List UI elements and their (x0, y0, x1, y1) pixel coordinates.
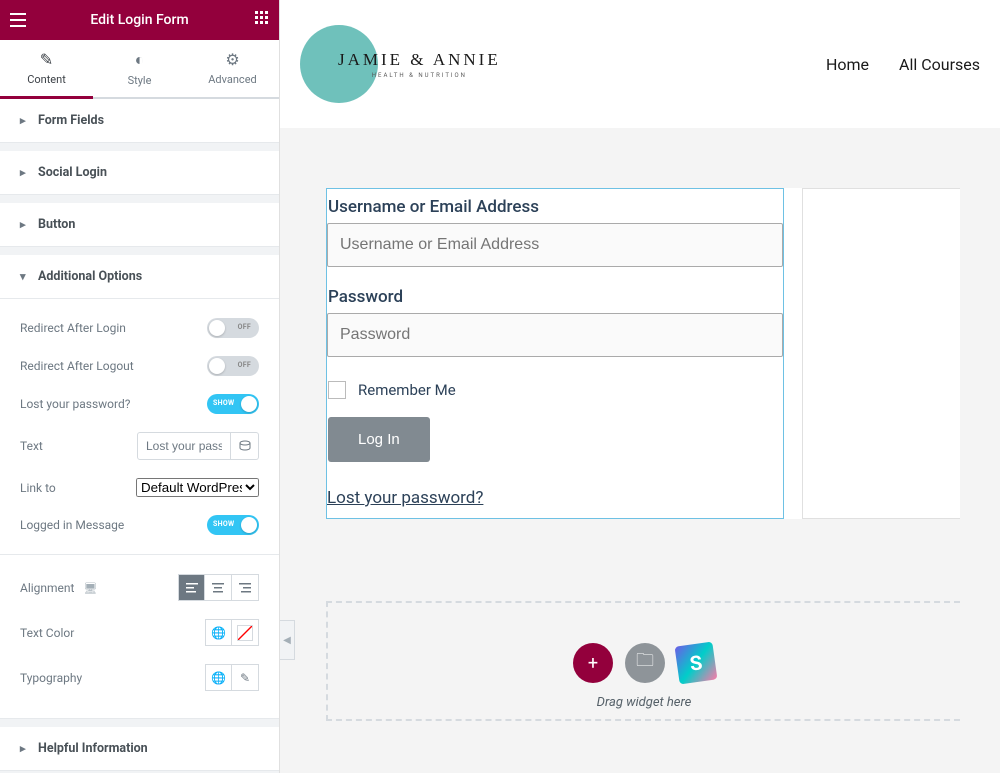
control-redirect-after-logout: Redirect After Logout OFF (20, 347, 259, 385)
drop-actions: + 🗀 S (573, 643, 715, 683)
globe-icon: 🌐 (211, 626, 226, 640)
username-label: Username or Email Address (328, 189, 783, 223)
toggle-redirect-after-login[interactable]: OFF (207, 318, 259, 338)
section-helpful-information: ▸ Helpful Information (0, 727, 279, 771)
sections-list: ▸ Form Fields ▸ Social Login ▸ Button ▾ (0, 99, 279, 773)
drop-hint: Drag widget here (597, 695, 692, 710)
remember-me-label: Remember Me (358, 381, 456, 399)
logo-text-primary: JAMIE & ANNIE (338, 50, 501, 70)
primary-nav: Home All Courses (826, 55, 980, 74)
template-library-button[interactable]: 🗀 (625, 643, 665, 683)
caret-right-icon: ▸ (20, 742, 38, 755)
login-form-widget[interactable]: Username or Email Address Password Remem… (326, 188, 784, 519)
remember-me-row: Remember Me (328, 381, 783, 399)
divider (0, 554, 279, 555)
caret-right-icon: ▸ (20, 114, 38, 127)
section-header-additional-options[interactable]: ▾ Additional Options (0, 255, 279, 298)
typography-edit-button[interactable]: ✎ (232, 664, 259, 691)
section-header-helpful-information[interactable]: ▸ Helpful Information (0, 727, 279, 770)
contrast-icon: ◐ (93, 50, 186, 70)
lost-password-link[interactable]: Lost your password? (327, 488, 783, 508)
align-right-button[interactable] (232, 574, 259, 601)
globe-icon: 🌐 (211, 671, 226, 685)
username-field: Username or Email Address (327, 189, 783, 267)
section-form-fields: ▸ Form Fields (0, 99, 279, 143)
responsive-icon[interactable]: 🖥 (83, 582, 97, 595)
section-additional-options: ▾ Additional Options Redirect After Logi… (0, 255, 279, 719)
dynamic-tags-button[interactable] (231, 432, 259, 460)
section-header-form-fields[interactable]: ▸ Form Fields (0, 99, 279, 142)
section-button: ▸ Button (0, 203, 279, 247)
control-text: Text (20, 423, 259, 469)
site-logo[interactable]: JAMIE & ANNIE HEALTH & NUTRITION (300, 25, 826, 103)
control-text-color: Text Color 🌐 (20, 610, 259, 655)
tab-content[interactable]: ✎ Content (0, 40, 93, 99)
align-center-button[interactable] (205, 574, 232, 601)
toggle-redirect-after-logout[interactable]: OFF (207, 356, 259, 376)
global-typography-button[interactable]: 🌐 (205, 664, 232, 691)
drop-zone[interactable]: + 🗀 S Drag widget here (326, 601, 960, 721)
sidebar-header: Edit Login Form (0, 0, 279, 40)
tab-style[interactable]: ◐ Style (93, 40, 186, 97)
username-input[interactable] (327, 223, 783, 267)
panel-title: Edit Login Form (40, 12, 239, 28)
align-left-button[interactable] (178, 574, 205, 601)
editor-sidebar: Edit Login Form ✎ Content ◐ Style ⚙ Adva… (0, 0, 280, 773)
control-alignment: Alignment 🖥 (20, 565, 259, 610)
panel-tabs: ✎ Content ◐ Style ⚙ Advanced (0, 40, 279, 99)
password-field: Password (327, 279, 783, 357)
preview-canvas: JAMIE & ANNIE HEALTH & NUTRITION Home Al… (280, 0, 1000, 773)
control-redirect-after-login: Redirect After Login OFF (20, 309, 259, 347)
control-lost-password: Lost your password? SHOW (20, 385, 259, 423)
empty-column[interactable] (802, 188, 960, 519)
pencil-icon: ✎ (0, 50, 93, 69)
additional-options-body: Redirect After Login OFF Redirect After … (0, 298, 279, 718)
collapse-sidebar-button[interactable]: ◀ (280, 620, 295, 660)
apps-icon[interactable] (239, 11, 269, 29)
color-picker-button[interactable] (232, 619, 259, 646)
kit-icon: S (688, 650, 704, 675)
site-header: JAMIE & ANNIE HEALTH & NUTRITION Home Al… (280, 0, 1000, 128)
nav-link-home[interactable]: Home (826, 55, 869, 74)
alignment-group (178, 574, 259, 601)
template-kit-button[interactable]: S (675, 642, 718, 685)
logo-text-secondary: HEALTH & NUTRITION (338, 72, 501, 79)
login-button[interactable]: Log In (328, 417, 430, 462)
section-header-social-login[interactable]: ▸ Social Login (0, 151, 279, 194)
caret-right-icon: ▸ (20, 218, 38, 231)
password-label: Password (328, 279, 783, 313)
toggle-lost-password[interactable]: SHOW (207, 394, 259, 414)
text-input[interactable] (137, 432, 231, 460)
caret-down-icon: ▾ (20, 270, 38, 283)
link-to-select[interactable]: Default WordPress (136, 478, 259, 497)
tab-advanced[interactable]: ⚙ Advanced (186, 40, 279, 97)
color-swatch (237, 625, 253, 641)
page-body: Username or Email Address Password Remem… (280, 128, 1000, 741)
pencil-icon: ✎ (240, 671, 250, 685)
menu-icon[interactable] (10, 13, 40, 27)
control-typography: Typography 🌐 ✎ (20, 655, 259, 700)
form-row: Username or Email Address Password Remem… (326, 188, 960, 519)
folder-icon: 🗀 (636, 648, 654, 678)
section-social-login: ▸ Social Login (0, 151, 279, 195)
plus-icon: + (588, 653, 598, 674)
section-header-button[interactable]: ▸ Button (0, 203, 279, 246)
control-link-to: Link to Default WordPress (20, 469, 259, 506)
toggle-logged-in-message[interactable]: SHOW (207, 515, 259, 535)
global-color-button[interactable]: 🌐 (205, 619, 232, 646)
password-input[interactable] (327, 313, 783, 357)
control-logged-in-message: Logged in Message SHOW (20, 506, 259, 544)
caret-right-icon: ▸ (20, 166, 38, 179)
gear-icon: ⚙ (186, 50, 279, 69)
nav-link-courses[interactable]: All Courses (899, 55, 980, 74)
remember-me-checkbox[interactable] (328, 381, 346, 399)
add-section-button[interactable]: + (573, 643, 613, 683)
